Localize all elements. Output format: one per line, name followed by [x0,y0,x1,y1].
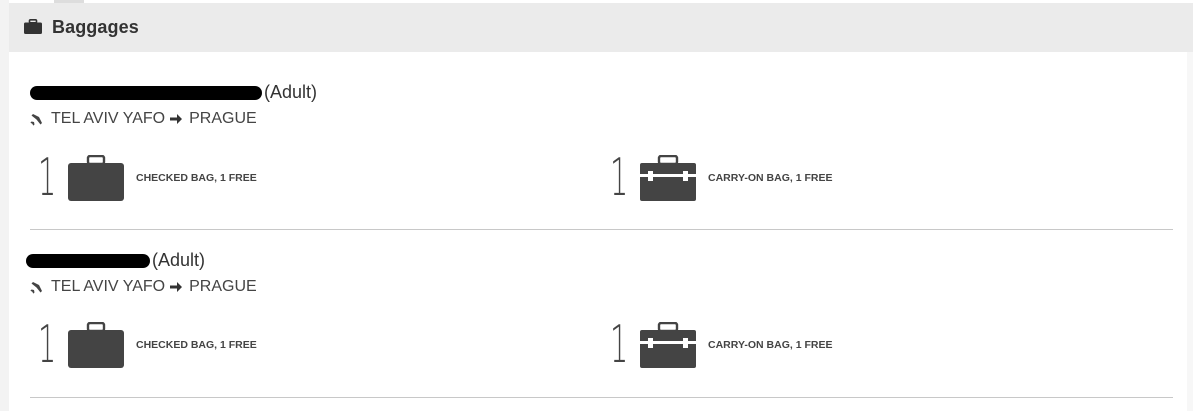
toolbox-icon [640,322,696,368]
carry-on-bag-count: 1 [610,148,629,208]
panel-title: Baggages [52,17,139,37]
suitcase-icon [68,155,124,201]
toolbox-icon [640,155,696,201]
scrollbar[interactable] [1187,52,1193,411]
panel-header: Baggages [9,3,1193,52]
passenger-divider [30,397,1173,398]
checked-bag-label: CHECKED BAG, 1 FREE [136,339,257,351]
route: TEL AVIV YAFO PRAGUE [30,278,257,296]
baggage-panel: Baggages (Adult) TEL AVIV YAFO PRAGUE 1 … [0,0,1193,411]
checked-bag: 1 CHECKED BAG, 1 FREE [38,319,257,371]
plane-icon [30,113,43,126]
carry-on-bag-label: CARRY-ON BAG, 1 FREE [708,172,833,184]
carry-on-bag-count: 1 [610,315,629,375]
passenger-name: (Adult) [30,82,317,103]
arrow-right-icon [170,282,183,292]
plane-icon [30,281,43,294]
suitcase-icon [68,322,124,368]
passenger-name: (Adult) [26,250,206,271]
carry-on-bag: 1 CARRY-ON BAG, 1 FREE [610,319,832,371]
checked-bag-count: 1 [38,148,57,208]
route-destination: PRAGUE [189,110,257,127]
route: TEL AVIV YAFO PRAGUE [30,110,257,128]
route-origin: TEL AVIV YAFO [51,110,166,127]
arrow-right-icon [170,114,183,124]
carry-on-bag: 1 CARRY-ON BAG, 1 FREE [610,152,832,204]
passenger-type: (Adult) [152,250,206,270]
checked-bag-label: CHECKED BAG, 1 FREE [136,172,257,184]
redacted-name [26,254,150,269]
checked-bag-count: 1 [38,315,57,375]
route-origin: TEL AVIV YAFO [51,278,166,295]
briefcase-icon [24,19,42,34]
route-destination: PRAGUE [189,278,257,295]
left-edge [0,0,9,411]
passenger-type: (Adult) [264,82,318,102]
redacted-name [30,86,262,101]
passenger-divider [30,229,1173,230]
carry-on-bag-label: CARRY-ON BAG, 1 FREE [708,339,833,351]
checked-bag: 1 CHECKED BAG, 1 FREE [38,152,257,204]
